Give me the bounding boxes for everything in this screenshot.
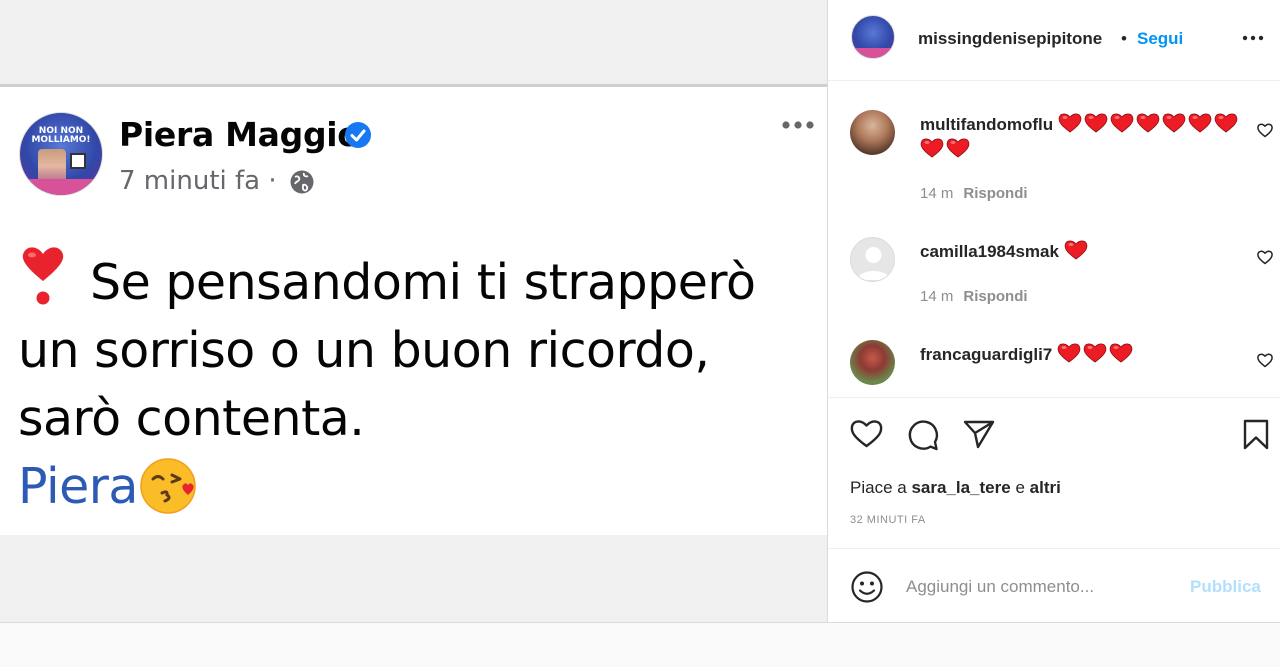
post-date: 32 MINUTI FA [850,514,926,526]
author-avatar[interactable] [851,15,895,59]
facebook-post-screenshot: NOI NON MOLLIAMO! Piera Maggio 7 minuti … [0,87,827,535]
more-options-icon[interactable] [1241,34,1265,42]
like-comment-icon[interactable] [1256,248,1274,266]
comment-text: multifandomoflu [920,112,1250,162]
comment-time: 14 m [920,288,954,305]
post-image: NOI NON MOLLIAMO! Piera Maggio 7 minuti … [0,0,827,622]
fb-avatar-photo [38,149,66,183]
author-username[interactable]: missingdenisepipitone [918,29,1102,49]
heart-emoji-icon [1058,113,1082,133]
like-comment-icon[interactable] [1256,351,1274,369]
header-divider [828,80,1280,81]
likes-prefix: Piace a [850,478,907,497]
author-avatar-stripe [852,48,894,58]
commenter-avatar[interactable] [850,340,895,385]
kissing-face-icon [140,458,196,514]
publish-button[interactable]: Pubblica [1190,577,1261,597]
likes-others-link[interactable]: altri [1030,478,1061,497]
heart-emoji-icon [1084,113,1108,133]
commenter-username[interactable]: camilla1984smak [920,242,1059,261]
globe-icon [290,170,314,194]
fb-post-text: Se pensandomi ti strapperò un sorriso o … [18,245,818,521]
comment-time: 14 m [920,185,954,202]
comment-text: francaguardigli7 [920,342,1250,367]
fb-more-options-icon [782,121,814,129]
fb-avatar-stripe [20,179,102,195]
heart-emoji-icon [1083,343,1107,363]
comment-item: francaguardigli7 [828,340,1280,390]
heart-emoji-icon [1109,343,1133,363]
heart-emoji-icon [1064,240,1087,260]
like-icon[interactable] [849,417,884,450]
likes-middle: e [1015,478,1025,497]
heart-emoji-icon [1214,113,1238,133]
header-separator: • [1121,29,1127,48]
commenter-username[interactable]: multifandomoflu [920,115,1053,134]
fb-text-line2: un sorriso o un buon ricordo, [18,322,710,379]
comment-input[interactable] [906,572,1176,602]
comment-item: camilla1984smak 14 m Rispondi [828,237,1280,307]
verified-badge-icon [345,122,371,148]
comment-box-divider [828,548,1280,549]
heart-emoji-icon [1057,343,1081,363]
share-icon[interactable] [962,418,996,450]
heart-emoji-icon [1162,113,1186,133]
fb-signature-line: Piera [18,453,818,521]
comment-item: multifandomoflu 14 m Rispondi [828,110,1280,210]
fb-author-name: Piera Maggio [119,115,360,154]
heart-emoji-icon [946,138,970,158]
heart-emoji-group [1057,343,1135,364]
heart-emoji-icon [920,138,944,158]
heart-emoji-icon [1110,113,1134,133]
image-top-padding [0,0,827,84]
bottom-bar [0,622,1280,667]
reply-button[interactable]: Rispondi [963,185,1027,202]
commenter-avatar[interactable] [850,237,895,282]
default-avatar-icon [857,247,890,280]
fb-avatar-text: NOI NON MOLLIAMO! [31,126,91,145]
fb-signature: Piera [18,458,138,515]
fb-author-avatar: NOI NON MOLLIAMO! [19,112,103,196]
heart-exclamation-icon [22,247,64,305]
liker-username[interactable]: sara_la_tere [911,478,1010,497]
heart-emoji-group [1064,240,1090,261]
comment-meta: 14 m Rispondi [920,288,1028,305]
instagram-side-panel: missingdenisepipitone • Segui multifando… [827,0,1280,622]
likes-summary: Piace a sara_la_tere e altri [850,478,1061,498]
emoji-icon[interactable] [850,570,884,604]
fb-text-line1-content: Se pensandomi ti strapperò [90,254,756,311]
heart-emoji-icon [1136,113,1160,133]
save-bookmark-icon[interactable] [1242,419,1270,450]
like-comment-icon[interactable] [1256,121,1274,139]
reply-button[interactable]: Rispondi [963,288,1027,305]
fb-text-line1: Se pensandomi ti strapperò [18,245,818,317]
comment-meta: 14 m Rispondi [920,185,1028,202]
fb-text-line3: sarò contenta. [18,390,365,447]
commenter-username[interactable]: francaguardigli7 [920,345,1052,364]
follow-button[interactable]: Segui [1137,29,1183,49]
comment-icon[interactable] [906,418,940,452]
comment-text: camilla1984smak [920,239,1250,264]
commenter-avatar[interactable] [850,110,895,155]
comments-divider [828,397,1280,398]
fb-post-time: 7 minuti fa · [119,166,277,196]
fb-avatar-qr [70,153,86,169]
heart-emoji-icon [1188,113,1212,133]
